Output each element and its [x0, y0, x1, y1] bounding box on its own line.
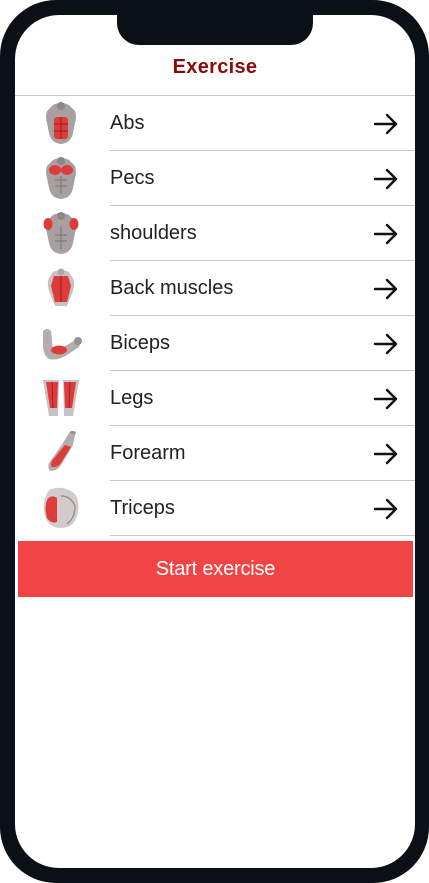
exercise-item-label: Triceps — [110, 497, 175, 519]
legs-muscle-icon — [43, 380, 79, 416]
arrow-right-icon — [373, 443, 398, 465]
app-screen: Exercise Abs Pecs shoulders Back muscles… — [15, 15, 415, 868]
exercise-item-forearm[interactable]: Forearm — [15, 426, 415, 481]
exercise-item-label: shoulders — [110, 222, 197, 244]
pecs-muscle-icon — [46, 157, 76, 199]
arrow-right-icon — [373, 498, 398, 520]
row-divider — [110, 535, 415, 536]
exercise-item-abs[interactable]: Abs — [15, 96, 415, 151]
exercise-item-label: Legs — [110, 387, 154, 409]
device-frame: Exercise Abs Pecs shoulders Back muscles… — [0, 0, 429, 883]
exercise-item-label: Forearm — [110, 442, 186, 464]
arrow-right-icon — [373, 168, 398, 190]
forearm-muscle-icon — [48, 431, 76, 471]
device-notch — [117, 15, 313, 45]
exercise-item-biceps[interactable]: Biceps — [15, 316, 415, 371]
start-exercise-button[interactable]: Start exercise — [18, 541, 413, 597]
arrow-right-icon — [373, 333, 398, 355]
triceps-muscle-icon — [43, 487, 79, 528]
abs-muscle-icon — [46, 102, 76, 144]
exercise-item-label: Biceps — [110, 332, 171, 354]
arrow-right-icon — [373, 223, 398, 245]
exercise-item-triceps[interactable]: Triceps — [15, 481, 415, 536]
exercise-item-back-muscles[interactable]: Back muscles — [15, 261, 415, 316]
arrow-right-icon — [373, 113, 398, 135]
shoulders-muscle-icon — [43, 212, 79, 254]
back-muscle-icon — [47, 268, 75, 306]
exercise-item-label: Pecs — [110, 167, 155, 189]
arrow-right-icon — [373, 388, 398, 410]
arrow-right-icon — [373, 278, 398, 300]
exercise-item-label: Back muscles — [110, 277, 234, 299]
page-title: Exercise — [172, 56, 258, 78]
exercise-list: Abs Pecs shoulders Back muscles Biceps L… — [15, 96, 415, 536]
exercise-item-shoulders[interactable]: shoulders — [15, 206, 415, 261]
biceps-muscle-icon — [43, 329, 82, 360]
exercise-item-label: Abs — [110, 112, 145, 134]
exercise-item-legs[interactable]: Legs — [15, 371, 415, 426]
exercise-item-pecs[interactable]: Pecs — [15, 151, 415, 206]
